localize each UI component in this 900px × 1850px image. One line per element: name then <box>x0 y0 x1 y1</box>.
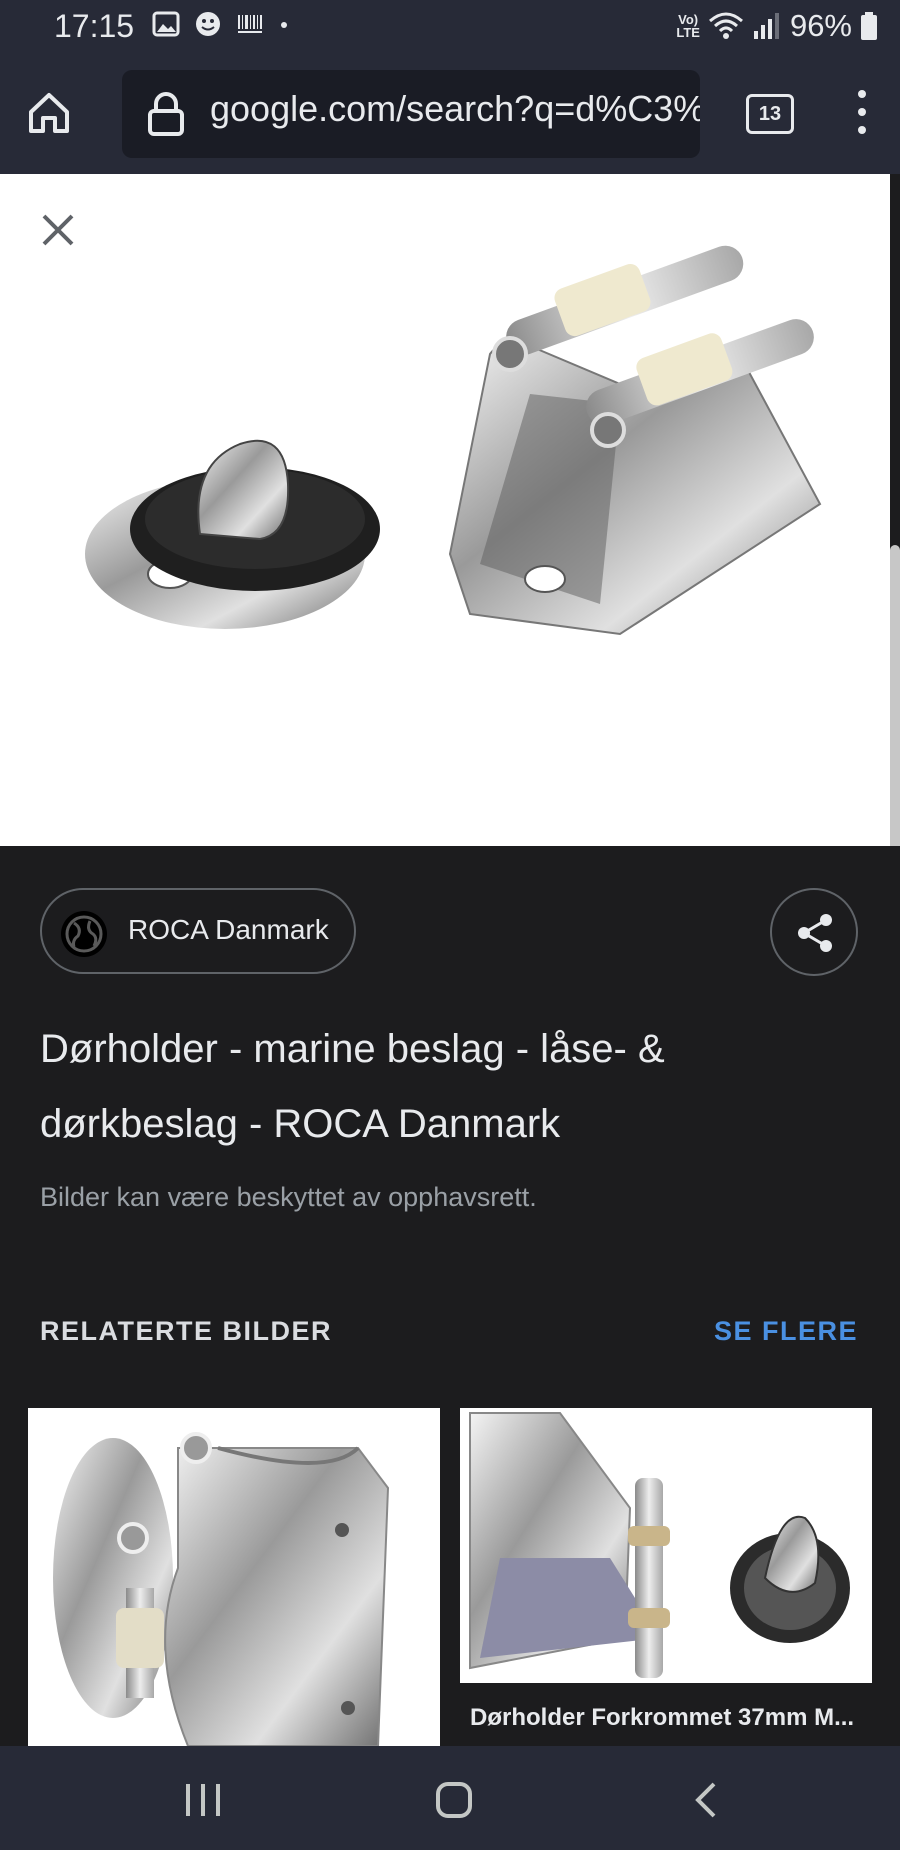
system-nav-bar <box>0 1746 900 1850</box>
copyright-note: Bilder kan være beskyttet av opphavsrett… <box>40 1182 537 1212</box>
dot-icon <box>281 22 287 28</box>
more-icon[interactable] <box>848 90 876 140</box>
status-bar: 17:15 Vo) LTE 96% <box>0 0 900 52</box>
url-text[interactable]: google.com/search?q=d%C3%B8 <box>210 88 700 130</box>
volte-icon: Vo) LTE <box>676 12 700 40</box>
recents-icon[interactable] <box>186 1784 220 1816</box>
related-image-2[interactable] <box>460 1408 872 1683</box>
back-icon[interactable] <box>694 1780 718 1820</box>
home-icon <box>29 93 69 133</box>
source-chip[interactable]: ROCA Danmark <box>40 888 356 974</box>
product-image <box>85 245 822 636</box>
gallery-icon <box>152 11 180 37</box>
signal-icon <box>753 13 779 39</box>
image-preview <box>0 174 890 846</box>
status-right: Vo) LTE 96% <box>676 8 878 44</box>
doorholder-photo <box>460 1408 872 1683</box>
battery-icon <box>861 12 877 40</box>
wifi-icon <box>708 12 743 39</box>
image-details: ROCA Danmark Dørholder - marine beslag -… <box>0 846 900 1746</box>
related-image-2-caption[interactable]: Dørholder Forkrommet 37mm M... <box>470 1704 870 1732</box>
browser-toolbar: google.com/search?q=d%C3%B8 13 <box>0 52 900 174</box>
globe-icon <box>61 911 107 957</box>
address-bar[interactable]: google.com/search?q=d%C3%B8 <box>122 70 700 158</box>
smiley-icon <box>196 12 220 36</box>
see-more-link[interactable]: SE FLERE <box>714 1316 858 1347</box>
status-time: 17:15 <box>54 8 135 44</box>
lock-icon[interactable] <box>146 92 186 136</box>
source-name: ROCA Danmark <box>128 914 329 945</box>
battery-percent: 96% <box>789 8 852 43</box>
home-nav-icon[interactable] <box>436 1782 472 1818</box>
barcode-icon <box>238 15 262 33</box>
home-button[interactable] <box>26 90 80 144</box>
related-heading: RELATERTE BILDER <box>40 1316 332 1346</box>
related-image-1[interactable] <box>28 1408 440 1746</box>
tab-switcher-button[interactable]: 13 <box>746 94 794 134</box>
notification-icons <box>152 10 290 38</box>
hinge-photo <box>28 1408 440 1746</box>
share-button[interactable] <box>770 888 858 976</box>
result-title[interactable]: Dørholder - marine beslag - låse- & dørk… <box>40 1012 800 1162</box>
share-icon <box>798 914 832 952</box>
